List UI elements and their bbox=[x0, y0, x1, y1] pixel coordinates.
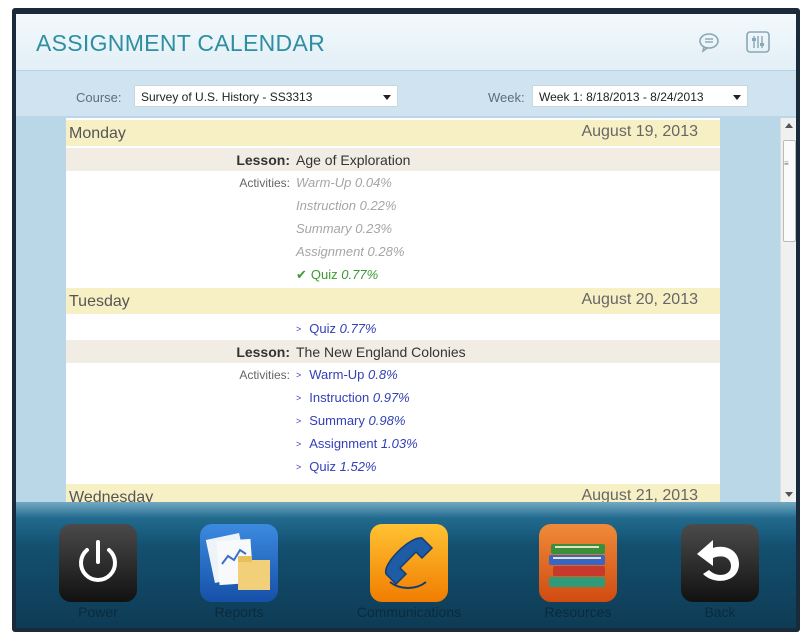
activity-item: Summary 0.23% bbox=[296, 221, 393, 236]
settings-sliders-icon[interactable] bbox=[746, 31, 770, 53]
activity-row: Summary 0.23% bbox=[66, 217, 720, 240]
activity-link[interactable]: > Quiz 0.77% bbox=[296, 321, 377, 336]
chat-icon[interactable] bbox=[698, 31, 720, 53]
scroll-up-arrow-icon[interactable] bbox=[785, 123, 793, 128]
day-name: Tuesday bbox=[69, 293, 130, 310]
activity-row: Activities: Warm-Up 0.04% bbox=[66, 171, 720, 194]
chevron-right-icon: > bbox=[296, 439, 302, 449]
back-button[interactable]: Back bbox=[680, 524, 760, 624]
books-icon bbox=[539, 524, 617, 602]
activity-link[interactable]: > Quiz 1.52% bbox=[296, 459, 377, 474]
day-header-wednesday: Wednesday August 21, 2013 bbox=[66, 484, 720, 502]
lesson-name: Age of Exploration bbox=[296, 152, 411, 168]
lesson-row: Lesson: The New England Colonies bbox=[66, 340, 720, 363]
page-title: ASSIGNMENT CALENDAR bbox=[36, 30, 325, 56]
activity-row: ✔ Quiz 0.77% bbox=[66, 263, 720, 286]
reports-button[interactable]: Reports bbox=[199, 524, 279, 624]
bottom-dock: Power Reports Communications Resources B… bbox=[16, 502, 796, 628]
lesson-row: Lesson: Age of Exploration bbox=[66, 148, 720, 171]
dock-label: Reports bbox=[214, 604, 264, 620]
day-name: Wednesday bbox=[69, 489, 154, 502]
dock-label: Resources bbox=[544, 604, 612, 620]
chevron-right-icon: > bbox=[296, 462, 302, 472]
checkmark-icon: ✔ bbox=[296, 267, 307, 282]
day-header-tuesday: Tuesday August 20, 2013 bbox=[66, 288, 720, 314]
activity-item-completed[interactable]: ✔ Quiz 0.77% bbox=[296, 267, 378, 283]
activity-row: > Quiz 1.52% bbox=[66, 455, 720, 478]
course-select[interactable]: Survey of U.S. History - SS3313 bbox=[134, 85, 398, 107]
reports-icon bbox=[200, 524, 278, 602]
activity-row: > Assignment 1.03% bbox=[66, 432, 720, 455]
activity-row: Instruction 0.22% bbox=[66, 194, 720, 217]
activity-link[interactable]: > Instruction 0.97% bbox=[296, 390, 410, 405]
day-date: August 21, 2013 bbox=[581, 487, 698, 502]
lesson-label: Lesson: bbox=[236, 344, 290, 360]
communications-button[interactable]: Communications bbox=[357, 524, 461, 624]
day-date: August 19, 2013 bbox=[581, 123, 698, 140]
activity-row: Assignment 0.28% bbox=[66, 240, 720, 263]
chevron-down-icon bbox=[733, 95, 741, 100]
resources-button[interactable]: Resources bbox=[538, 524, 618, 624]
grip-icon: ≡ bbox=[784, 159, 789, 168]
calendar-list: Monday August 19, 2013 Lesson: Age of Ex… bbox=[66, 118, 720, 502]
back-arrow-icon bbox=[681, 524, 759, 602]
activity-item: Warm-Up 0.04% bbox=[296, 175, 392, 190]
chevron-right-icon: > bbox=[296, 324, 302, 334]
vertical-scrollbar[interactable]: ≡ bbox=[780, 118, 796, 502]
dock-label: Communications bbox=[356, 604, 462, 620]
day-name: Monday bbox=[69, 125, 126, 142]
activity-row: > Summary 0.98% bbox=[66, 409, 720, 432]
dock-label: Back bbox=[704, 604, 736, 620]
activity-row: > Instruction 0.97% bbox=[66, 386, 720, 409]
app-window: ASSIGNMENT CALENDAR Course: Survey of U. bbox=[16, 14, 796, 628]
activity-item: Assignment 0.28% bbox=[296, 244, 405, 259]
activity-link[interactable]: > Assignment 1.03% bbox=[296, 436, 418, 451]
filter-bar: Course: Survey of U.S. History - SS3313 … bbox=[16, 71, 796, 116]
phone-icon bbox=[370, 524, 448, 602]
week-select-value: Week 1: 8/18/2013 - 8/24/2013 bbox=[539, 90, 704, 104]
lesson-label: Lesson: bbox=[236, 152, 290, 168]
dock-label: Power bbox=[78, 604, 118, 620]
activities-label: Activities: bbox=[239, 368, 290, 382]
activity-link[interactable]: > Warm-Up 0.8% bbox=[296, 367, 398, 382]
power-button[interactable]: Power bbox=[58, 524, 138, 624]
day-date: August 20, 2013 bbox=[581, 291, 698, 308]
day-header-monday: Monday August 19, 2013 bbox=[66, 120, 720, 146]
activity-row: Activities: > Warm-Up 0.8% bbox=[66, 363, 720, 386]
activities-label: Activities: bbox=[239, 176, 290, 190]
chevron-right-icon: > bbox=[296, 416, 302, 426]
scrollbar-thumb[interactable] bbox=[783, 140, 796, 242]
course-label: Course: bbox=[76, 90, 122, 105]
chevron-right-icon: > bbox=[296, 370, 302, 380]
activity-row: > Quiz 0.77% bbox=[66, 317, 720, 340]
week-label: Week: bbox=[488, 90, 525, 105]
course-select-value: Survey of U.S. History - SS3313 bbox=[141, 90, 313, 104]
lesson-name: The New England Colonies bbox=[296, 344, 466, 360]
chevron-right-icon: > bbox=[296, 393, 302, 403]
power-icon bbox=[59, 524, 137, 602]
activity-link[interactable]: > Summary 0.98% bbox=[296, 413, 405, 428]
chevron-down-icon bbox=[383, 95, 391, 100]
header-bar: ASSIGNMENT CALENDAR bbox=[16, 14, 796, 71]
scroll-down-arrow-icon[interactable] bbox=[785, 492, 793, 497]
activity-item: Instruction 0.22% bbox=[296, 198, 397, 213]
week-select[interactable]: Week 1: 8/18/2013 - 8/24/2013 bbox=[532, 85, 748, 107]
